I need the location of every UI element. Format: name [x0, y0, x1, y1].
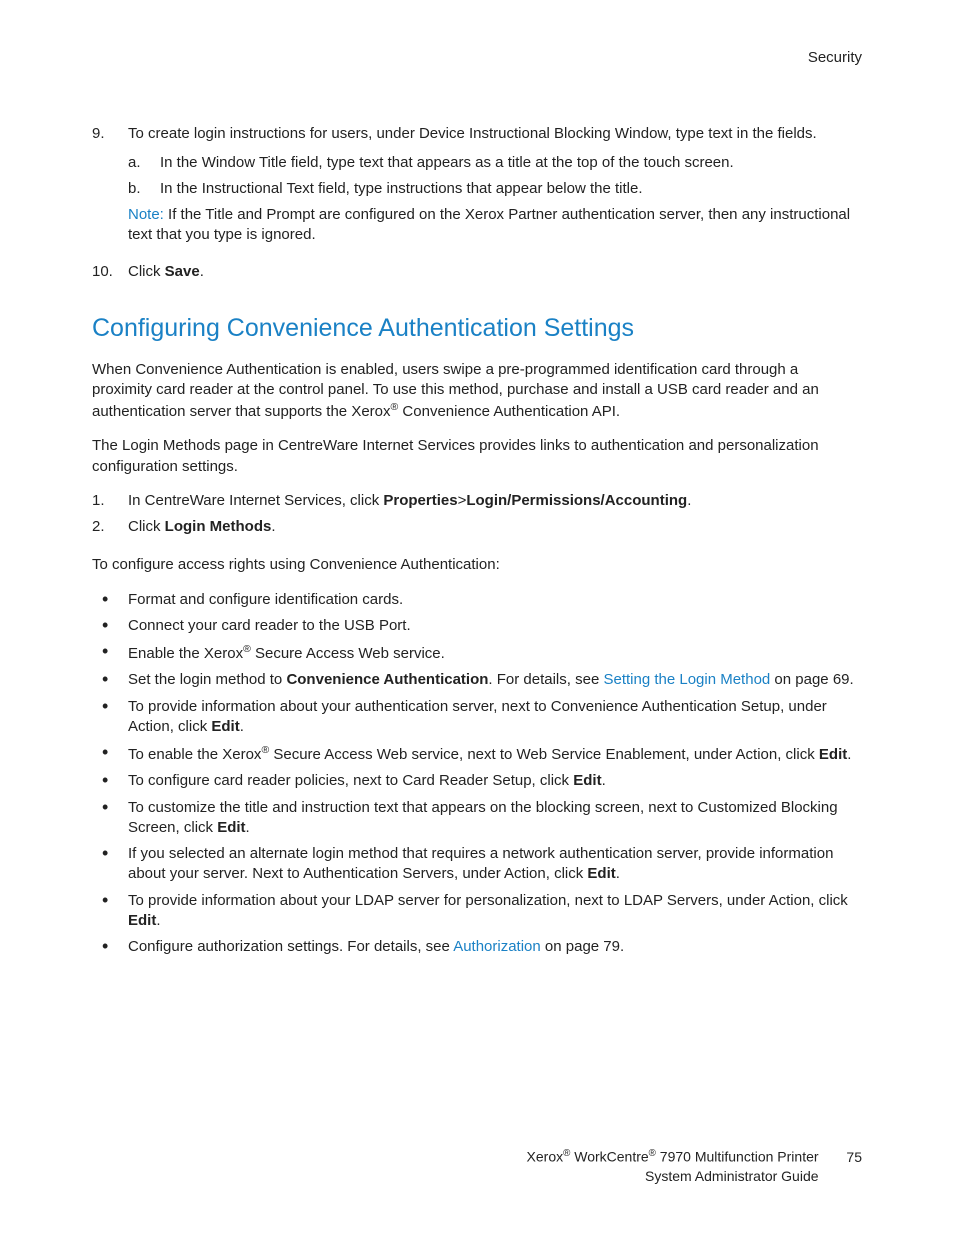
sub-item-b: b. In the Instructional Text field, type… [128, 179, 862, 199]
b7-dot: . [602, 772, 606, 789]
footer-model: 7970 Multifunction Printer [656, 1149, 819, 1165]
b6-b: Secure Access Web service, next to Web S… [269, 746, 819, 763]
sub-text: In the Instructional Text field, type in… [160, 179, 643, 199]
text-post: . [200, 263, 204, 280]
step1-bold: Properties [383, 492, 457, 509]
step2-bold: Login Methods [165, 518, 272, 535]
sub-list: a. In the Window Title field, type text … [128, 153, 862, 200]
bullet-item: Format and configure identification card… [92, 590, 862, 610]
b9-a: If you selected an alternate login metho… [128, 845, 833, 882]
intro1-b: Convenience Authentication API. [398, 403, 620, 420]
bullet-item: Set the login method to Convenience Auth… [92, 670, 862, 690]
page-number: 75 [846, 1148, 862, 1167]
list-item-9: 9. To create login instructions for user… [92, 124, 862, 255]
link-authorization[interactable]: Authorization [453, 938, 541, 955]
bullet-item: To provide information about your authen… [92, 697, 862, 738]
b5-dot: . [240, 718, 244, 735]
bullet-item: To provide information about your LDAP s… [92, 891, 862, 932]
b11-a: Configure authorization settings. For de… [128, 938, 453, 955]
bullet-item: If you selected an alternate login metho… [92, 844, 862, 885]
item-number: 10. [92, 262, 128, 282]
step1-a: In CentreWare Internet Services, click [128, 492, 383, 509]
bullet-item: Connect your card reader to the USB Port… [92, 616, 862, 636]
b6-bold: Edit [819, 746, 847, 763]
b6-dot: . [847, 746, 851, 763]
reg-mark: ® [649, 1148, 656, 1159]
b8-dot: . [246, 819, 250, 836]
step2-dot: . [271, 518, 275, 535]
link-setting-login-method[interactable]: Setting the Login Method [603, 671, 770, 688]
para-3: To configure access rights using Conveni… [92, 555, 862, 575]
b10-a: To provide information about your LDAP s… [128, 892, 848, 909]
b7-bold: Edit [573, 772, 601, 789]
b10-bold: Edit [128, 912, 156, 929]
page-footer: Xerox® WorkCentre® 7970 Multifunction Pr… [92, 1147, 862, 1185]
item-number: 9. [92, 124, 128, 255]
b3-a: Enable the Xerox [128, 645, 243, 662]
bullet-item: To configure card reader policies, next … [92, 771, 862, 791]
sub-item-a: a. In the Window Title field, type text … [128, 153, 862, 173]
footer-workcentre: WorkCentre [570, 1149, 648, 1165]
b3-b: Secure Access Web service. [251, 645, 445, 662]
b9-bold: Edit [587, 865, 615, 882]
note-label: Note: [128, 206, 164, 223]
text-pre: Click [128, 263, 165, 280]
sub-letter: b. [128, 179, 160, 199]
step-number: 2. [92, 517, 128, 537]
b6-a: To enable the Xerox [128, 746, 261, 763]
note-block: Note: If the Title and Prompt are config… [128, 205, 862, 246]
footer-line-1: Xerox® WorkCentre® 7970 Multifunction Pr… [92, 1147, 862, 1167]
numbered-list-continued: 9. To create login instructions for user… [92, 124, 862, 282]
b4-b: . For details, see [488, 671, 603, 688]
intro-paragraph-2: The Login Methods page in CentreWare Int… [92, 436, 862, 477]
note-text: If the Title and Prompt are configured o… [128, 206, 850, 243]
bullet-item: Enable the Xerox® Secure Access Web serv… [92, 642, 862, 664]
b9-dot: . [616, 865, 620, 882]
header-section-label: Security [92, 48, 862, 68]
step-number: 1. [92, 491, 128, 511]
step-2: 2. Click Login Methods. [92, 517, 862, 537]
b10-dot: . [156, 912, 160, 929]
bullet-list: Format and configure identification card… [92, 590, 862, 958]
b4-c: on page 69. [770, 671, 853, 688]
step1-bold2: Login/Permissions/Accounting [466, 492, 687, 509]
b7-a: To configure card reader policies, next … [128, 772, 573, 789]
list-item-10: 10. Click Save. [92, 262, 862, 282]
bullet-item: Configure authorization settings. For de… [92, 937, 862, 957]
item-body: Click Save. [128, 262, 204, 282]
step-body: Click Login Methods. [128, 517, 276, 537]
step2-a: Click [128, 518, 165, 535]
step-body: In CentreWare Internet Services, click P… [128, 491, 691, 511]
b4-bold: Convenience Authentication [286, 671, 488, 688]
bullet-item: To customize the title and instruction t… [92, 798, 862, 839]
section-heading: Configuring Convenience Authentication S… [92, 312, 862, 346]
sub-letter: a. [128, 153, 160, 173]
bullet-item: To enable the Xerox® Secure Access Web s… [92, 743, 862, 765]
step-1: 1. In CentreWare Internet Services, clic… [92, 491, 862, 511]
b5-bold: Edit [211, 718, 239, 735]
footer-xerox: Xerox [527, 1149, 564, 1165]
b4-a: Set the login method to [128, 671, 286, 688]
intro-paragraph-1: When Convenience Authentication is enabl… [92, 360, 862, 423]
sub-text: In the Window Title field, type text tha… [160, 153, 734, 173]
footer-guide: System Administrator Guide [645, 1168, 819, 1184]
item-text: To create login instructions for users, … [128, 125, 817, 142]
b8-bold: Edit [217, 819, 245, 836]
item-body: To create login instructions for users, … [128, 124, 862, 255]
steps-list: 1. In CentreWare Internet Services, clic… [92, 491, 862, 538]
text-bold: Save [165, 263, 200, 280]
footer-line-2: System Administrator Guide 75 [92, 1167, 862, 1186]
reg-mark: ® [243, 643, 251, 655]
step1-dot: . [687, 492, 691, 509]
b11-b: on page 79. [541, 938, 624, 955]
